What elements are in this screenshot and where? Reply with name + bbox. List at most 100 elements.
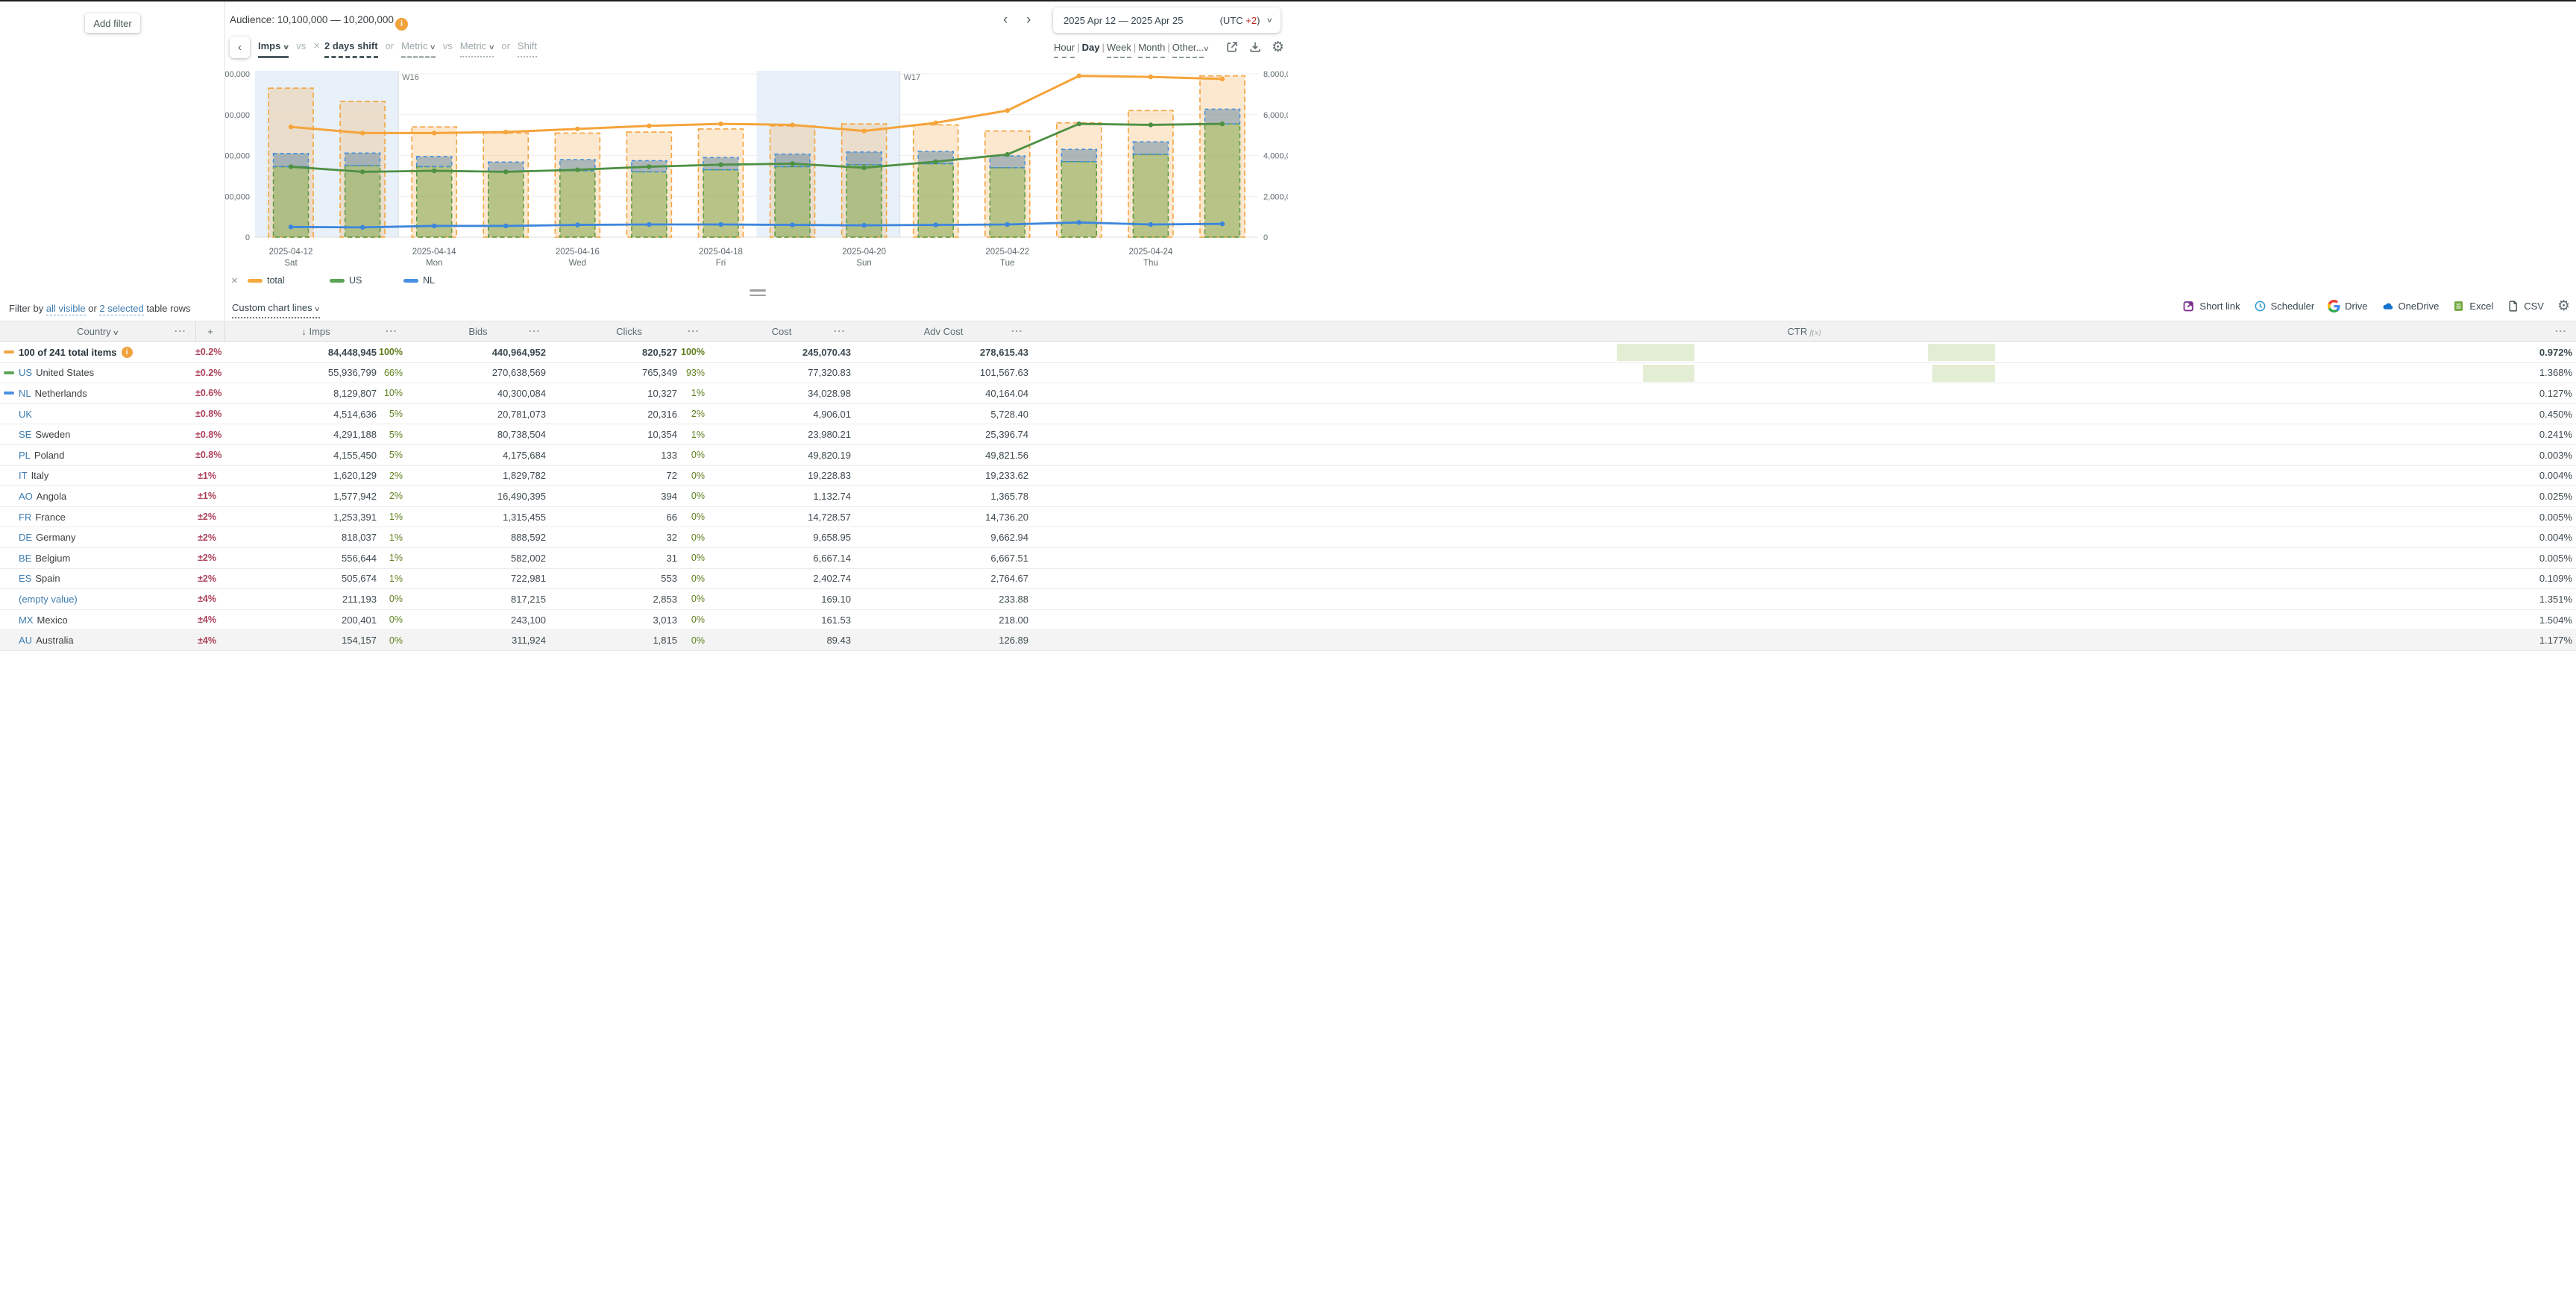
column-header-adv-cost[interactable]: Adv Cost ···: [855, 321, 1032, 341]
point-NL[interactable]: [790, 222, 794, 227]
column-header-bids[interactable]: Bids ···: [406, 321, 550, 341]
cost-column-menu-icon[interactable]: ···: [834, 326, 846, 337]
bar-nl-shift[interactable]: [1133, 142, 1168, 154]
point-US[interactable]: [1005, 152, 1010, 157]
drive-button[interactable]: Drive: [2328, 300, 2367, 312]
onedrive-button[interactable]: OneDrive: [2381, 300, 2440, 312]
point-total[interactable]: [718, 122, 723, 126]
country-code-link[interactable]: PL: [19, 450, 31, 461]
bar-nl-shift[interactable]: [990, 156, 1025, 168]
table-row-uk[interactable]: UK±0.8%4,514,6365%20,781,07320,3162%4,90…: [0, 404, 2576, 425]
country-code-link[interactable]: MX: [19, 614, 34, 626]
legend-close-icon[interactable]: ×: [231, 274, 238, 287]
country-code-link[interactable]: SE: [19, 429, 31, 440]
point-total[interactable]: [432, 131, 436, 135]
custom-chart-lines-dropdown[interactable]: Custom chart lines ∨: [232, 302, 320, 318]
total-info-icon[interactable]: i: [122, 347, 133, 358]
point-US[interactable]: [718, 163, 723, 167]
point-US[interactable]: [360, 169, 365, 174]
bar-us-shift[interactable]: [1204, 124, 1240, 237]
point-US[interactable]: [1220, 122, 1225, 126]
point-total[interactable]: [933, 121, 937, 125]
point-NL[interactable]: [1077, 220, 1081, 224]
point-total[interactable]: [575, 127, 579, 131]
point-NL[interactable]: [503, 224, 508, 228]
point-NL[interactable]: [289, 224, 293, 229]
date-range-picker[interactable]: 2025 Apr 12 — 2025 Apr 25 (UTC +2) ∨: [1053, 7, 1281, 33]
country-column-menu-icon[interactable]: ···: [175, 326, 186, 337]
point-total[interactable]: [289, 125, 293, 129]
point-NL[interactable]: [1005, 222, 1010, 227]
point-total[interactable]: [1220, 77, 1225, 81]
country-code-link[interactable]: BE: [19, 553, 31, 564]
country-code-link[interactable]: US: [19, 367, 32, 378]
point-total[interactable]: [503, 130, 508, 134]
table-row-se[interactable]: SESweden±0.8%4,291,1885%80,738,50410,354…: [0, 424, 2576, 445]
bar-nl-shift[interactable]: [345, 153, 380, 166]
point-total[interactable]: [861, 128, 866, 133]
table-row-nl[interactable]: NLNetherlands±0.6%8,129,80710%40,300,084…: [0, 383, 2576, 404]
point-total[interactable]: [790, 122, 794, 127]
point-total[interactable]: [360, 131, 365, 135]
chart-resize-handle[interactable]: [750, 289, 766, 299]
csv-button[interactable]: CSV: [2507, 300, 2544, 312]
ctr-column-menu-icon[interactable]: ···: [2555, 326, 2567, 337]
bar-nl-shift[interactable]: [1061, 149, 1096, 161]
point-NL[interactable]: [647, 222, 651, 227]
granularity-option-other[interactable]: Other...: [1172, 42, 1204, 58]
country-code-link[interactable]: UK: [19, 409, 32, 420]
point-US[interactable]: [790, 161, 794, 166]
point-NL[interactable]: [432, 224, 436, 228]
table-row-it[interactable]: ITItaly±1%1,620,1292%1,829,782720%19,228…: [0, 466, 2576, 487]
bids-column-menu-icon[interactable]: ···: [529, 326, 541, 337]
scheduler-button[interactable]: Scheduler: [2254, 300, 2315, 312]
adv-cost-column-menu-icon[interactable]: ···: [1011, 326, 1023, 337]
point-NL[interactable]: [1149, 222, 1153, 227]
point-total[interactable]: [647, 124, 651, 128]
country-code-link[interactable]: NL: [19, 388, 31, 399]
legend-item-US[interactable]: US: [330, 275, 362, 286]
point-US[interactable]: [289, 164, 293, 169]
point-US[interactable]: [1149, 122, 1153, 127]
add-column-button[interactable]: +: [195, 321, 224, 341]
point-NL[interactable]: [575, 222, 579, 227]
table-row-es[interactable]: ESSpain±2%505,6741%722,9815530%2,402.742…: [0, 569, 2576, 590]
imps-column-menu-icon[interactable]: ···: [386, 326, 398, 337]
point-total[interactable]: [1149, 75, 1153, 79]
bar-us-shift[interactable]: [632, 172, 667, 237]
audience-info-icon[interactable]: i: [395, 13, 408, 31]
bar-us-shift[interactable]: [1061, 162, 1096, 237]
table-row-de[interactable]: DEGermany±2%818,0371%888,592320%9,658.95…: [0, 527, 2576, 548]
point-NL[interactable]: [861, 223, 866, 227]
point-US[interactable]: [432, 169, 436, 173]
download-icon[interactable]: [1248, 40, 1262, 54]
point-NL[interactable]: [360, 225, 365, 230]
country-code-link[interactable]: FR: [19, 512, 31, 523]
chart-back-button[interactable]: ‹: [230, 37, 250, 58]
shift-option[interactable]: Shift: [518, 40, 537, 57]
point-US[interactable]: [647, 164, 651, 169]
short-link-button[interactable]: Short link: [2182, 300, 2240, 312]
table-settings-gear-icon[interactable]: ⚙: [2557, 300, 2570, 312]
point-NL[interactable]: [718, 222, 723, 227]
country-code-link[interactable]: IT: [19, 470, 28, 481]
date-next-icon[interactable]: ›: [1026, 12, 1031, 28]
granularity-option-week[interactable]: Week: [1107, 42, 1131, 58]
shift-value-dropdown[interactable]: 2 days shift: [324, 40, 378, 58]
legend-item-NL[interactable]: NL: [403, 275, 435, 286]
metric-3-dropdown[interactable]: Metric ∨: [460, 40, 494, 57]
point-NL[interactable]: [1220, 221, 1225, 226]
filter-all-visible-link[interactable]: all visible: [46, 303, 86, 315]
bar-nl-shift[interactable]: [846, 152, 882, 165]
granularity-option-day[interactable]: Day: [1082, 42, 1100, 57]
bar-us-shift[interactable]: [703, 170, 738, 237]
add-filter-button[interactable]: Add filter: [85, 13, 140, 33]
table-row-mx[interactable]: MXMexico±4%200,4010%243,1003,0130%161.53…: [0, 610, 2576, 631]
filter-selected-link[interactable]: 2 selected: [99, 303, 143, 315]
column-header-cost[interactable]: Cost ···: [709, 321, 855, 341]
granularity-option-month[interactable]: Month: [1138, 42, 1165, 58]
table-row-ao[interactable]: AOAngola±1%1,577,9422%16,490,3953940%1,1…: [0, 486, 2576, 507]
date-prev-icon[interactable]: ‹: [1003, 12, 1008, 28]
granularity-option-hour[interactable]: Hour: [1054, 42, 1075, 58]
country-code-link[interactable]: AO: [19, 491, 33, 502]
